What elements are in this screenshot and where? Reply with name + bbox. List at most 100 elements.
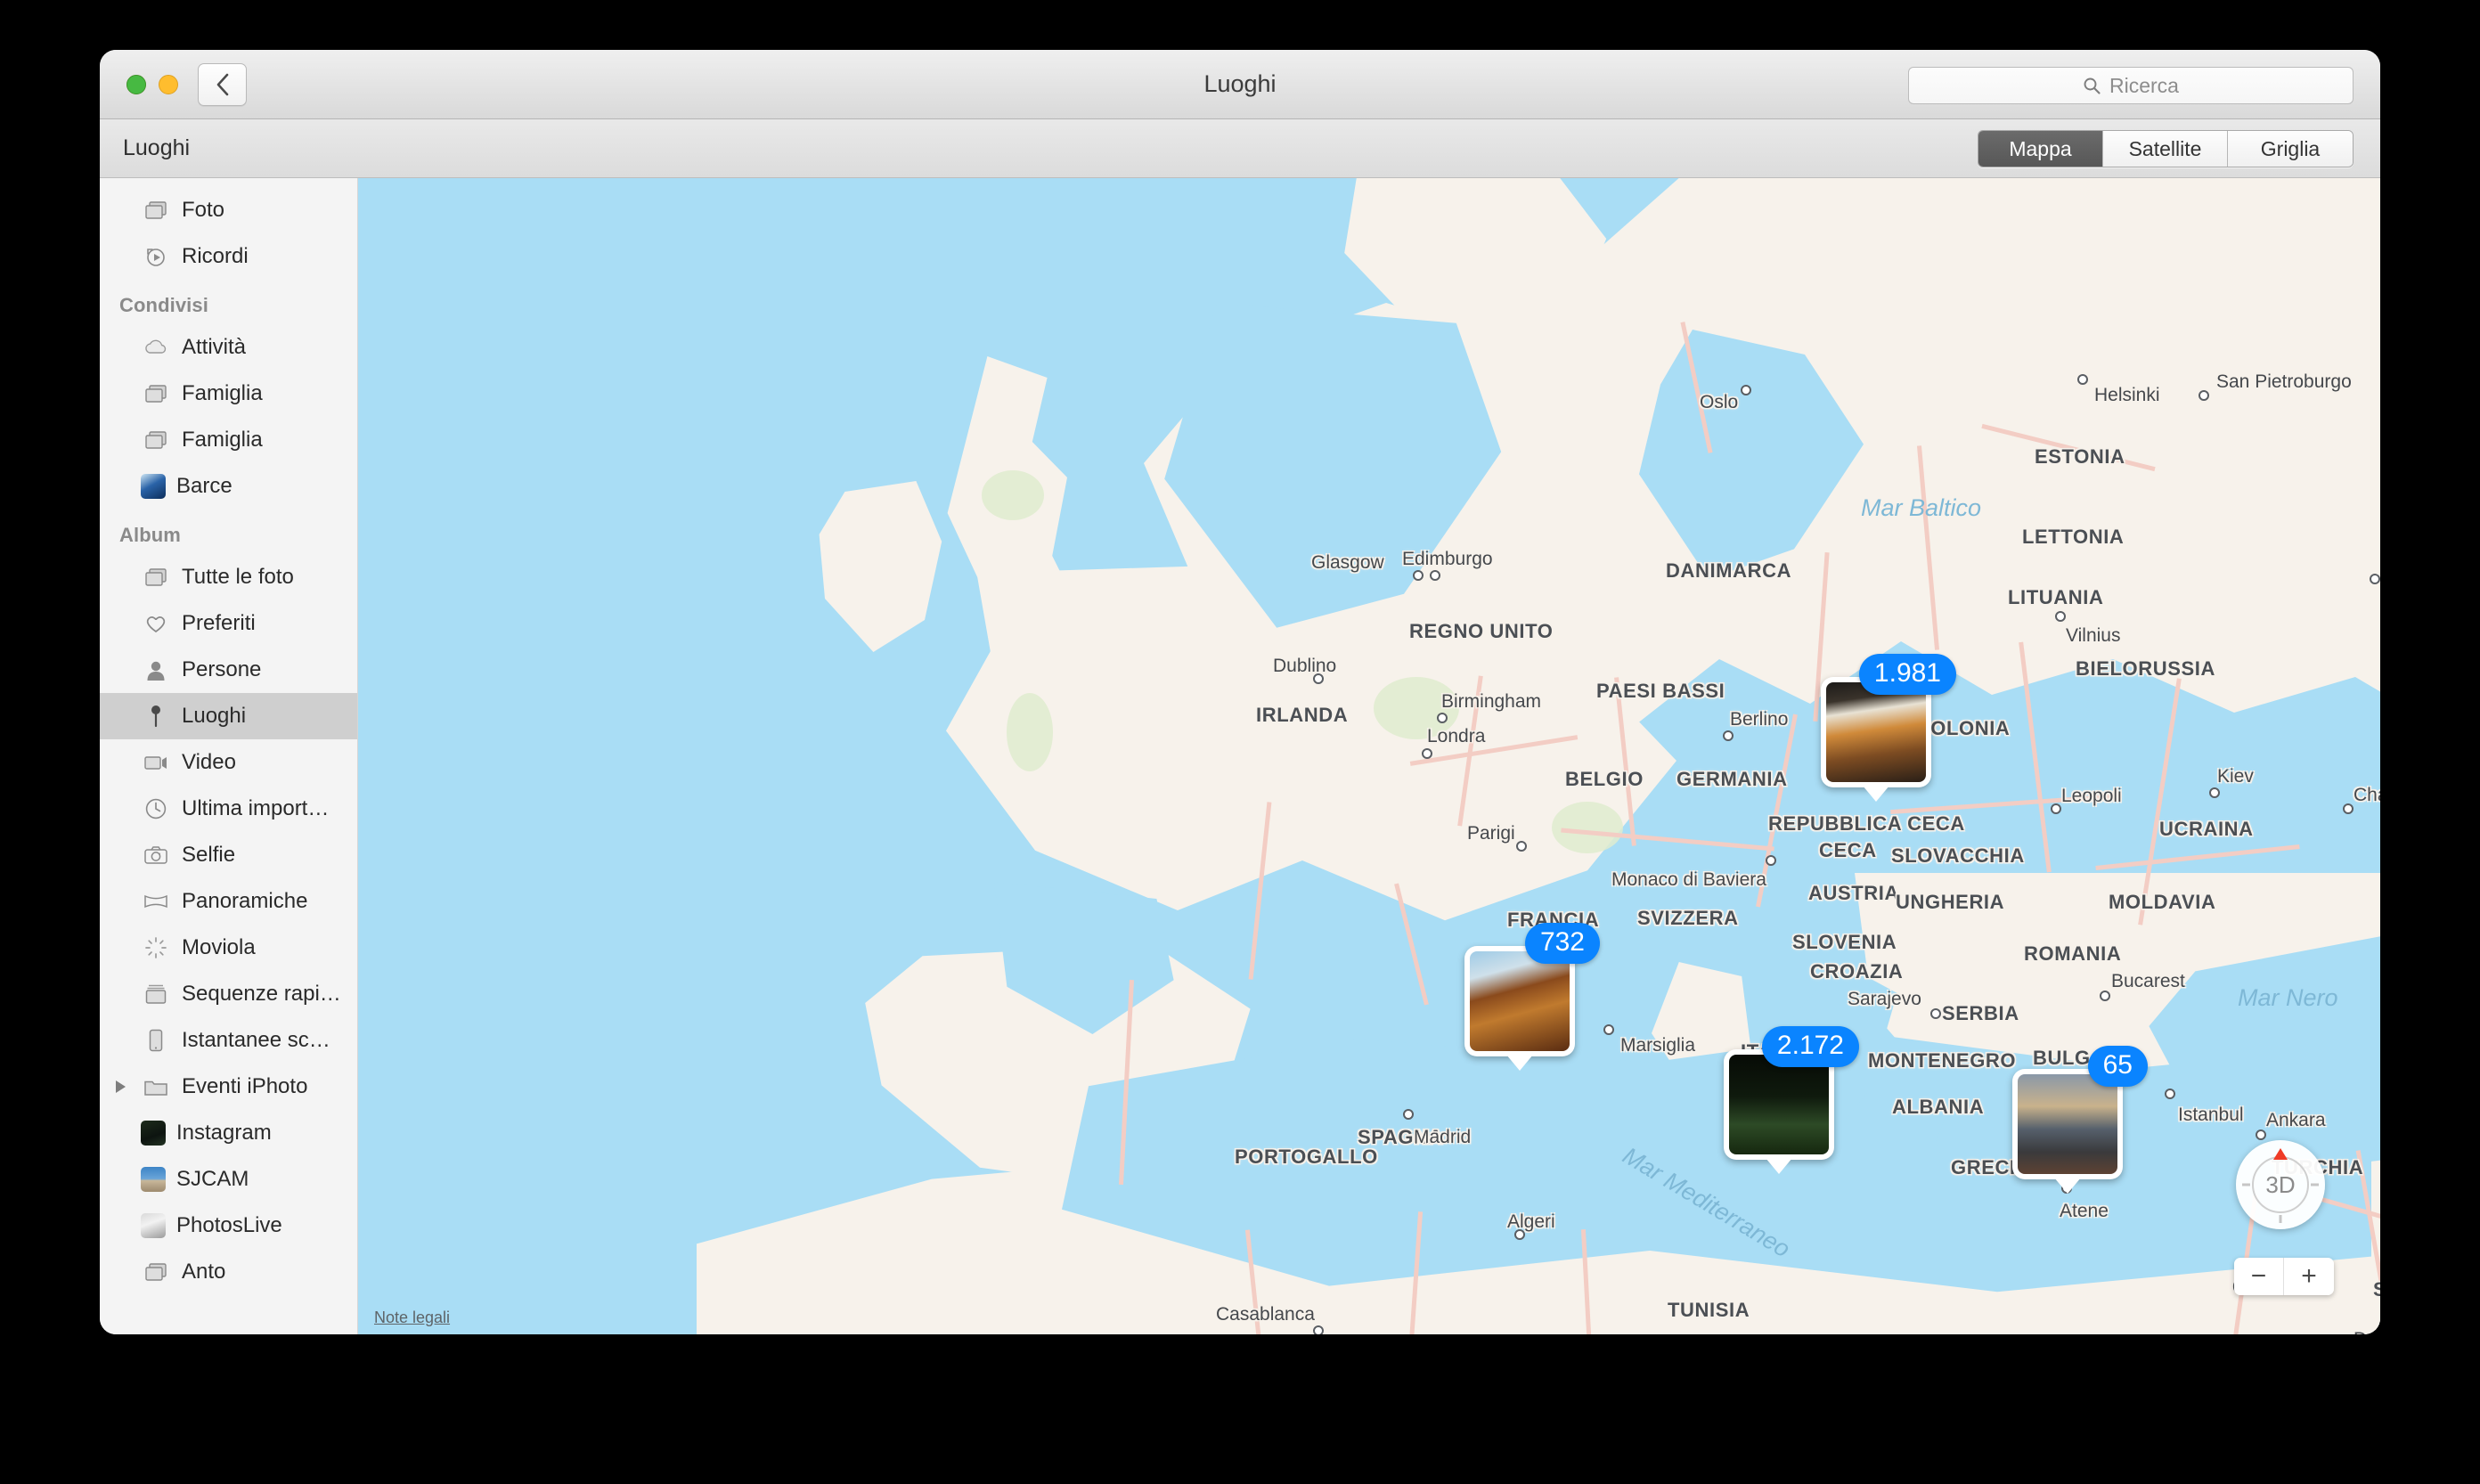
cluster-count-badge: 65 <box>2087 1046 2148 1088</box>
city-dot <box>1403 1109 1414 1120</box>
sidebar-item-label: Preferiti <box>182 611 256 635</box>
photo-cluster[interactable]: 1.981 <box>1821 654 1956 787</box>
photo-cluster[interactable]: 2.172 <box>1724 1026 1859 1160</box>
map-label-country: SLOVACCHIA <box>1891 844 2025 867</box>
photos-window: Luoghi Ricerca Luoghi Mappa Satellite Gr… <box>100 50 2380 1334</box>
legal-notice-link[interactable]: Note legali <box>374 1309 450 1327</box>
person-icon <box>141 656 171 683</box>
search-icon <box>2084 77 2101 94</box>
burst-icon <box>141 981 171 1007</box>
city-dot <box>2343 803 2354 814</box>
country-border <box>1756 713 1798 908</box>
breadcrumb: Luoghi <box>123 135 191 160</box>
zoom-button[interactable] <box>126 74 146 94</box>
sub-toolbar: Luoghi Mappa Satellite Griglia <box>100 119 2380 178</box>
photo-cluster[interactable]: 732 <box>1464 923 1600 1056</box>
sidebar-item-label: Selfie <box>182 843 236 867</box>
cluster-thumbnail <box>2018 1074 2117 1174</box>
sidebar-item-label: Sequenze rapi… <box>182 982 341 1006</box>
sidebar-item-label: Video <box>182 750 236 774</box>
city-dot <box>1766 855 1776 866</box>
compass-tick-west <box>2242 1183 2250 1186</box>
sidebar-item-photoslive[interactable]: PhotosLive <box>100 1203 357 1249</box>
photos-stack-icon <box>141 1259 171 1285</box>
sidebar-item-label: Famiglia <box>182 381 263 405</box>
cluster-thumbnail <box>1729 1055 1829 1154</box>
zoom-out-button[interactable]: − <box>2234 1258 2284 1295</box>
map-canvas[interactable]: Mar Baltico Mar Mediterraneo Mar Nero IR… <box>358 178 2380 1334</box>
sidebar-item-sjcam[interactable]: SJCAM <box>100 1156 357 1203</box>
sidebar-item-anto[interactable]: Anto <box>100 1249 357 1295</box>
tab-mappa[interactable]: Mappa <box>1978 131 2103 167</box>
city-dot <box>1313 673 1324 684</box>
cloud-icon <box>141 334 171 361</box>
folder-icon <box>141 1073 171 1100</box>
sidebar-item-ricordi[interactable]: Ricordi <box>100 233 357 280</box>
sidebar-item-selfie[interactable]: Selfie <box>100 832 357 878</box>
minimize-button[interactable] <box>159 74 178 94</box>
photos-stack-icon <box>141 427 171 453</box>
sidebar-item-tutte-le-foto[interactable]: Tutte le foto <box>100 554 357 600</box>
sidebar-section-condivisi: Condivisi <box>119 294 208 316</box>
sidebar-item-istantanee-schermo[interactable]: Istantanee sc… <box>100 1017 357 1064</box>
sidebar-item-panoramiche[interactable]: Panoramiche <box>100 878 357 925</box>
map-label-city: Charkiv <box>2354 785 2380 805</box>
window-body: Foto Ricordi Condivisi Attività Famiglia… <box>100 178 2380 1334</box>
sidebar-item-persone[interactable]: Persone <box>100 647 357 693</box>
cluster-thumbnail <box>1470 951 1570 1051</box>
panorama-icon <box>141 888 171 915</box>
sidebar-item-label: SJCAM <box>176 1167 249 1191</box>
view-mode-segmented-control[interactable]: Mappa Satellite Griglia <box>1978 130 2354 167</box>
clock-icon <box>141 795 171 822</box>
cluster-count-badge: 732 <box>1524 923 1600 965</box>
city-dot <box>2100 991 2110 1001</box>
map-label-country: UCRAINA <box>2159 818 2254 840</box>
sidebar-item-luoghi[interactable]: Luoghi <box>100 693 357 739</box>
city-dot <box>2077 374 2088 385</box>
sidebar-item-label: Ultima import… <box>182 796 330 820</box>
zoom-in-button[interactable]: + <box>2284 1258 2334 1295</box>
back-button[interactable] <box>198 62 247 106</box>
zoom-controls[interactable]: − + <box>2234 1258 2334 1295</box>
city-dot <box>2256 1129 2266 1140</box>
sidebar-item-famiglia-1[interactable]: Famiglia <box>100 371 357 417</box>
city-dot <box>2370 574 2380 584</box>
sidebar-item-sequenze-rapide[interactable]: Sequenze rapi… <box>100 971 357 1017</box>
search-field[interactable]: Ricerca <box>1908 67 2354 104</box>
sidebar-item-moviola[interactable]: Moviola <box>100 925 357 971</box>
terrain-patch <box>982 470 1044 520</box>
sidebar-item-video[interactable]: Video <box>100 739 357 786</box>
sidebar-item-famiglia-2[interactable]: Famiglia <box>100 417 357 463</box>
screen: Luoghi Ricerca Luoghi Mappa Satellite Gr… <box>0 0 2480 1484</box>
tab-griglia[interactable]: Griglia <box>2228 131 2353 167</box>
compass-3d-control[interactable]: 3D <box>2236 1140 2325 1229</box>
sidebar-item-label: Instagram <box>176 1121 272 1145</box>
sidebar-item-foto[interactable]: Foto <box>100 187 357 233</box>
sidebar-item-eventi-iphoto[interactable]: Eventi iPhoto <box>100 1064 357 1110</box>
sidebar-item-barce[interactable]: Barce <box>100 463 357 510</box>
photo-cluster[interactable]: 65 <box>2012 1046 2148 1179</box>
country-border <box>1890 793 2122 815</box>
city-dot <box>2055 611 2066 622</box>
camera-rotate-icon <box>141 842 171 868</box>
window-titlebar: Luoghi Ricerca <box>100 50 2380 119</box>
album-thumbnail <box>141 1121 166 1146</box>
sidebar[interactable]: Foto Ricordi Condivisi Attività Famiglia… <box>100 178 358 1334</box>
disclosure-triangle-icon[interactable] <box>116 1080 126 1093</box>
sidebar-item-attivita[interactable]: Attività <box>100 324 357 371</box>
sidebar-item-ultima-importazione[interactable]: Ultima import… <box>100 786 357 832</box>
sidebar-item-preferiti[interactable]: Preferiti <box>100 600 357 647</box>
album-thumbnail <box>141 1213 166 1238</box>
city-dot <box>2209 787 2220 798</box>
city-dot <box>1741 385 1751 395</box>
tab-satellite[interactable]: Satellite <box>2103 131 2228 167</box>
cluster-count-badge: 2.172 <box>1761 1026 1859 1068</box>
sidebar-item-instagram[interactable]: Instagram <box>100 1110 357 1156</box>
compass-3d-label[interactable]: 3D <box>2252 1156 2309 1213</box>
city-dot <box>1413 570 1424 581</box>
city-dot <box>2199 390 2209 401</box>
sidebar-item-label: Anto <box>182 1260 226 1284</box>
compass-tick-east <box>2311 1183 2319 1186</box>
city-dot <box>1422 748 1432 759</box>
chevron-left-icon <box>216 73 228 95</box>
